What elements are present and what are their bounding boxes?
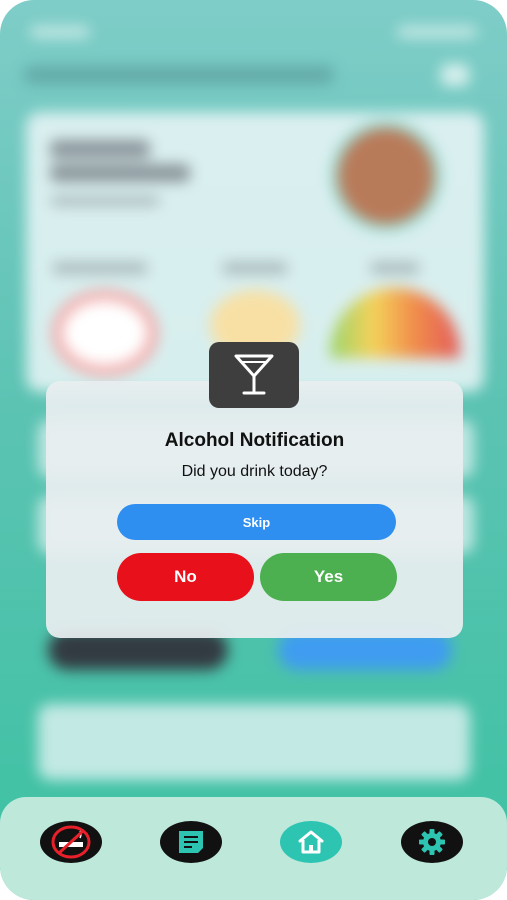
profile-name-line: [50, 140, 150, 158]
nav-settings[interactable]: [401, 821, 463, 863]
notes-icon: [179, 831, 203, 853]
status-bar-right: [397, 26, 477, 38]
nav-notes[interactable]: [160, 821, 222, 863]
app-header: [24, 66, 334, 84]
yes-button[interactable]: Yes: [260, 553, 397, 601]
profile-name-line: [50, 164, 190, 182]
gauge-label: [370, 262, 420, 274]
profile-subtitle-line: [50, 196, 160, 206]
cocktail-glass-icon: [209, 342, 299, 408]
phone-screen: Alcohol Notification Did you drink today…: [0, 0, 507, 900]
gear-icon: [419, 829, 445, 855]
no-button[interactable]: No: [117, 553, 254, 601]
avatar: [338, 128, 434, 224]
gauge: [52, 290, 158, 376]
nav-home[interactable]: [280, 821, 342, 863]
status-bar-left: [30, 26, 90, 38]
gauge-label: [52, 262, 148, 274]
home-icon: [298, 830, 324, 854]
dialog-message: Did you drink today?: [181, 463, 328, 480]
skip-button[interactable]: Skip: [117, 504, 396, 540]
dialog-title: Alcohol Notification: [164, 430, 345, 451]
nav-no-smoking[interactable]: [40, 821, 102, 863]
info-card: [38, 704, 470, 780]
no-smoking-icon: [51, 825, 91, 859]
gauge-label: [222, 262, 288, 274]
header-icon: [441, 64, 469, 86]
